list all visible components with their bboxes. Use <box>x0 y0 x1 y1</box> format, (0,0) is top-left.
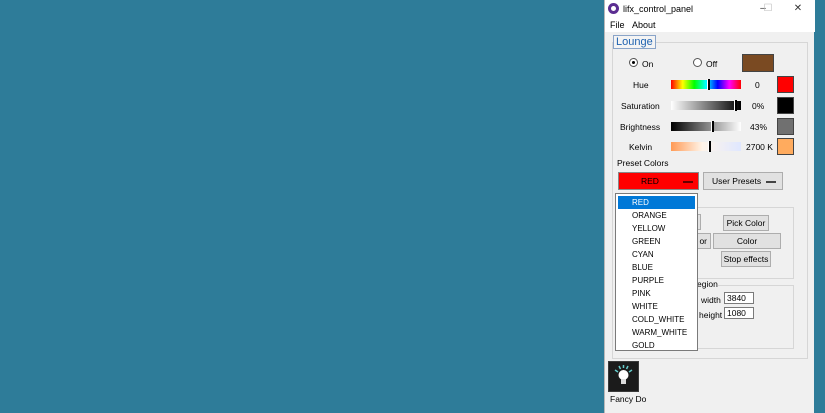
pick-color-button[interactable]: Pick Color <box>723 215 769 231</box>
preset-color-dropdown[interactable]: RED <box>618 172 699 190</box>
preset-option-green[interactable]: GREEN <box>618 235 695 248</box>
kelvin-value: 2700 K <box>746 142 773 152</box>
hue-slider-thumb[interactable] <box>707 79 710 90</box>
preset-option-cyan[interactable]: CYAN <box>618 248 695 261</box>
app-logo-icon <box>608 3 619 14</box>
hue-swatch[interactable] <box>777 76 794 93</box>
stop-effects-button[interactable]: Stop effects <box>721 251 771 267</box>
saturation-slider[interactable] <box>671 100 741 111</box>
menu-about[interactable]: About <box>632 20 656 30</box>
power-off-radio[interactable] <box>693 58 702 67</box>
height-input[interactable]: 1080 <box>724 307 754 319</box>
dropdown-indicator-icon <box>683 181 693 183</box>
power-off-label: Off <box>706 59 718 69</box>
brightness-value: 43% <box>750 122 768 132</box>
power-on-label: On <box>642 59 654 69</box>
width-input[interactable]: 3840 <box>724 292 754 304</box>
preset-option-pink[interactable]: PINK <box>618 287 695 300</box>
brightness-label: Brightness <box>620 122 661 132</box>
preset-option-cold-white[interactable]: COLD_WHITE <box>618 313 695 326</box>
user-presets-dropdown[interactable]: User Presets <box>703 172 783 190</box>
preset-option-purple[interactable]: PURPLE <box>618 274 695 287</box>
title-bar: lifx_control_panel – ☐ ✕ <box>605 0 815 18</box>
color-eyedropper-button[interactable]: Color Eyedropper <box>713 233 781 261</box>
saturation-value: 0% <box>752 101 765 111</box>
preset-option-blue[interactable]: BLUE <box>618 261 695 274</box>
region-heading: egion <box>697 279 718 289</box>
kelvin-label: Kelvin <box>629 142 653 152</box>
kelvin-swatch[interactable] <box>777 138 794 155</box>
fancy-do-label: Fancy Do <box>610 394 647 404</box>
preset-colors-heading: Preset Colors <box>617 158 669 168</box>
preset-option-red[interactable]: RED <box>618 196 695 209</box>
brightness-slider-thumb[interactable] <box>711 121 714 132</box>
power-on-radio[interactable] <box>629 58 638 67</box>
light-bulb-icon <box>614 365 633 384</box>
menu-bar: File About <box>605 18 815 32</box>
user-presets-label: User Presets <box>712 176 762 186</box>
preset-option-warm-white[interactable]: WARM_WHITE <box>618 326 695 339</box>
hue-slider[interactable] <box>671 79 741 90</box>
kelvin-slider-thumb[interactable] <box>708 141 711 152</box>
device-name-label[interactable]: Lounge <box>613 35 656 49</box>
dropdown-indicator-icon <box>766 181 776 183</box>
preset-option-orange[interactable]: ORANGE <box>618 209 695 222</box>
saturation-label: Saturation <box>621 101 660 111</box>
preset-option-white[interactable]: WHITE <box>618 300 695 313</box>
preset-option-yellow[interactable]: YELLOW <box>618 222 695 235</box>
menu-file[interactable]: File <box>610 20 625 30</box>
brightness-swatch[interactable] <box>777 118 794 135</box>
current-color-swatch[interactable] <box>742 54 774 72</box>
window-title: lifx_control_panel <box>623 4 694 14</box>
width-label: width <box>701 295 721 305</box>
hue-value: 0 <box>755 80 760 90</box>
saturation-swatch[interactable] <box>777 97 794 114</box>
maximize-icon[interactable]: ☐ <box>761 2 775 16</box>
preset-selected-label: RED <box>641 176 659 186</box>
kelvin-slider[interactable] <box>671 141 741 152</box>
fancy-do-app-icon[interactable] <box>608 361 639 392</box>
saturation-slider-thumb[interactable] <box>734 100 737 111</box>
preset-color-list: RED ORANGE YELLOW GREEN CYAN BLUE PURPLE PINK WH… <box>615 193 698 351</box>
preset-option-gold[interactable]: GOLD <box>618 339 695 352</box>
brightness-slider[interactable] <box>671 121 741 132</box>
close-icon[interactable]: ✕ <box>791 2 805 16</box>
height-label: height <box>699 310 723 320</box>
hue-label: Hue <box>633 80 649 90</box>
